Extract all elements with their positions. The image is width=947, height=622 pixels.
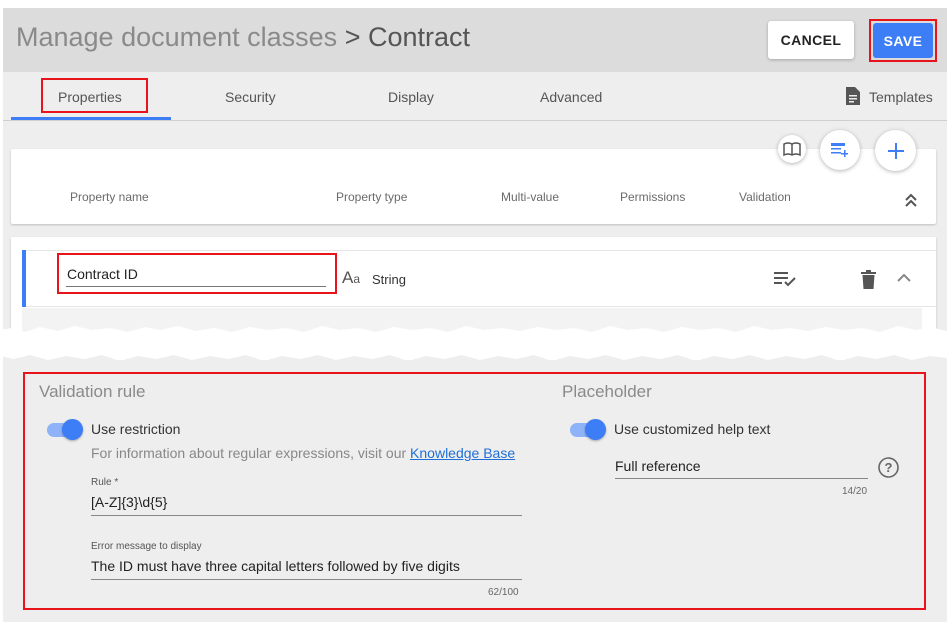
app-header: Manage document classes > Contract CANCE…	[3, 8, 947, 72]
error-message-input[interactable]: The ID must have three capital letters f…	[91, 558, 460, 574]
validation-highlight-box	[23, 372, 926, 610]
property-type-value: String	[372, 272, 406, 287]
custom-help-text-toggle[interactable]	[570, 418, 606, 440]
error-message-underline	[91, 579, 522, 580]
tab-advanced[interactable]: Advanced	[540, 89, 602, 105]
page-title: Manage document classes > Contract	[16, 22, 470, 53]
tab-display[interactable]: Display	[388, 89, 434, 105]
regex-info-prefix: For information about regular expression…	[91, 445, 407, 461]
column-validation[interactable]: Validation	[739, 190, 791, 204]
save-button[interactable]: SAVE	[873, 23, 933, 58]
tab-security[interactable]: Security	[225, 89, 276, 105]
cancel-button[interactable]: CANCEL	[768, 21, 854, 59]
placeholder-title: Placeholder	[562, 382, 652, 401]
templates-button[interactable]: Templates	[869, 89, 933, 105]
breadcrumb-parent[interactable]: Manage document classes	[16, 22, 337, 52]
use-restriction-label: Use restriction	[91, 421, 181, 437]
column-property-name[interactable]: Property name	[70, 190, 149, 204]
validation-rule-title: Validation rule	[39, 382, 146, 401]
property-name-field[interactable]: Contract ID	[67, 266, 138, 282]
svg-text:?: ?	[885, 460, 893, 475]
rule-field-label: Rule *	[91, 477, 119, 488]
rule-input-underline	[91, 515, 522, 516]
collapse-all-icon[interactable]	[903, 192, 919, 208]
help-circle-icon[interactable]: ?	[878, 457, 899, 478]
tab-bar: Properties Security Display Advanced Tem…	[3, 72, 947, 121]
tab-properties[interactable]: Properties	[58, 89, 122, 105]
breadcrumb-separator: >	[344, 22, 361, 52]
document-icon[interactable]	[846, 87, 860, 105]
error-message-counter: 62/100	[488, 587, 519, 598]
help-text-counter: 14/20	[842, 486, 868, 497]
active-tab-indicator	[11, 117, 171, 120]
plus-icon[interactable]	[875, 130, 916, 171]
column-permissions[interactable]: Permissions	[620, 190, 685, 204]
help-text-underline	[615, 478, 868, 479]
string-type-icon: Aa	[342, 268, 361, 287]
breadcrumb-current: Contract	[368, 22, 471, 52]
property-name-underline	[66, 286, 326, 287]
chevron-up-icon[interactable]	[897, 273, 911, 283]
custom-help-text-label: Use customized help text	[614, 421, 771, 437]
help-text-input[interactable]: Full reference	[615, 458, 701, 474]
validation-list-check-icon[interactable]	[774, 270, 796, 288]
table-add-icon[interactable]	[820, 130, 860, 170]
regex-info-text: For information about regular expression…	[91, 445, 515, 461]
page: Manage document classes > Contract CANCE…	[0, 0, 947, 622]
use-restriction-toggle[interactable]	[47, 418, 83, 440]
column-multi-value[interactable]: Multi-value	[501, 190, 559, 204]
column-property-type[interactable]: Property type	[336, 190, 407, 204]
knowledge-base-link[interactable]: Knowledge Base	[410, 445, 515, 461]
delete-icon[interactable]	[861, 270, 876, 289]
rule-input[interactable]: [A-Z]{3}\d{5}	[91, 494, 167, 510]
book-open-icon[interactable]	[778, 135, 806, 163]
error-message-label: Error message to display	[91, 541, 202, 552]
row-selection-accent	[22, 250, 26, 307]
